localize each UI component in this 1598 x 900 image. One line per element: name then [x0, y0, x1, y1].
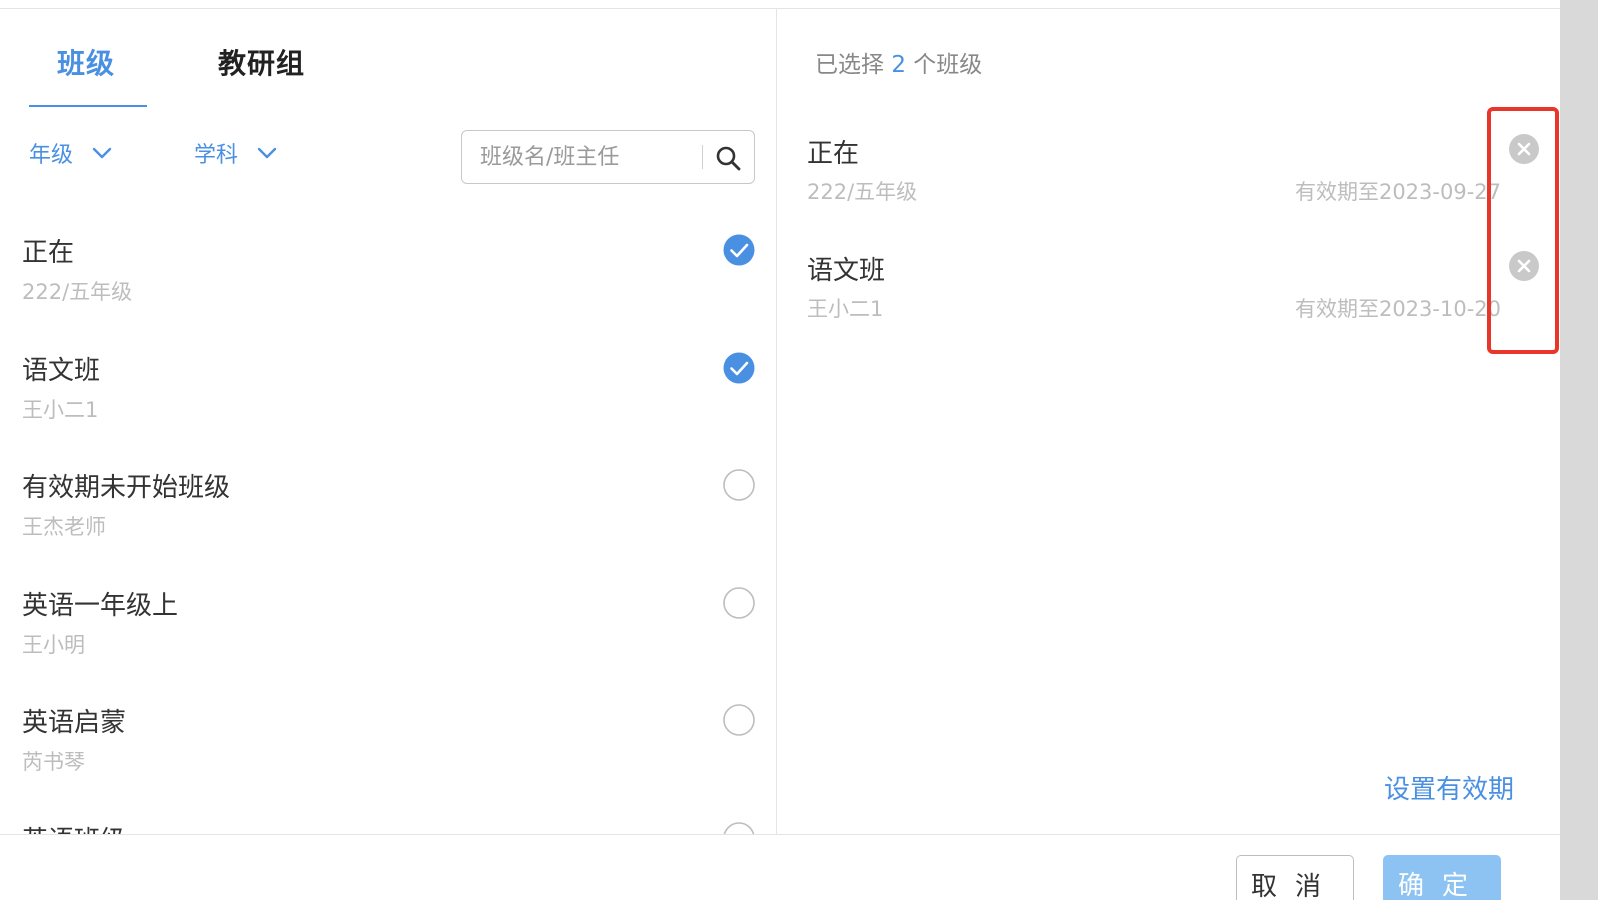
set-validity-link[interactable]: 设置有效期 [1384, 769, 1514, 806]
subject-filter-dropdown[interactable]: 学科 [194, 137, 278, 169]
expiry-date: 有效期至2023-09-27 [1294, 180, 1501, 204]
class-name: 有效期未开始班级 [22, 473, 231, 503]
search-input[interactable] [480, 143, 700, 171]
chevron-down-icon [257, 147, 277, 159]
confirm-button[interactable]: 确定 [1383, 855, 1501, 900]
selected-class-info: 222/五年级 [807, 180, 918, 204]
class-teacher-info: 王小明 [22, 633, 85, 657]
expiry-date: 有效期至2023-10-20 [1294, 297, 1501, 321]
search-icon[interactable] [714, 144, 742, 172]
selected-summary: 已选择 2 个班级 [815, 45, 982, 79]
unchecked-circle-icon[interactable] [723, 587, 755, 619]
class-list-item[interactable]: 英语启蒙 芮书琴 [0, 702, 776, 820]
unchecked-circle-icon[interactable] [723, 822, 755, 834]
cancel-button[interactable]: 取消 [1236, 855, 1354, 900]
class-name: 英语班级 [22, 820, 126, 834]
unchecked-circle-icon[interactable] [723, 469, 755, 501]
search-box [461, 130, 755, 184]
class-teacher-info: 222/五年级 [22, 280, 133, 304]
footer-divider [0, 834, 1560, 835]
active-tab-indicator [29, 105, 147, 107]
unchecked-circle-icon[interactable] [723, 704, 755, 736]
selected-suffix: 个班级 [913, 52, 983, 78]
remove-circle-icon[interactable] [1508, 250, 1540, 282]
grade-filter-dropdown[interactable]: 年级 [29, 137, 113, 169]
selected-class-name: 语文班 [807, 256, 886, 286]
class-name: 语文班 [22, 356, 101, 386]
checked-circle-icon[interactable] [723, 234, 755, 266]
tab-research-group[interactable]: 教研组 [218, 42, 305, 82]
search-divider [702, 145, 703, 169]
class-list-item[interactable]: 英语班级 [0, 820, 776, 834]
class-teacher-info: 王杰老师 [22, 515, 106, 539]
class-list-item[interactable]: 有效期未开始班级王杰老师 [0, 467, 776, 585]
selected-panel: 已选择 2 个班级 正在 222/五年级 有效期至2023-09-27 语文班王小二1… [777, 9, 1560, 834]
class-name: 正在 [22, 238, 75, 268]
selected-class-item: 语文班王小二1 有效期至2023-10-20 [777, 250, 1560, 350]
grade-filter-label: 年级 [29, 143, 74, 168]
window-edge-shadow [1560, 0, 1598, 900]
selected-count: 2 [891, 52, 906, 78]
class-teacher-info: 王小二1 [22, 398, 99, 422]
selected-prefix: 已选择 [815, 52, 884, 78]
selected-class-name: 正在 [807, 139, 860, 169]
class-picker-panel: 班级 教研组 年级 学科 正在222/五年级语文班王小二1有效期未开始班级王杰老… [0, 9, 776, 834]
tab-class[interactable]: 班级 [57, 42, 115, 82]
class-name: 英语启蒙 [22, 708, 127, 738]
class-name: 英语一年级上 [22, 591, 179, 621]
class-list-item[interactable]: 英语一年级上 王小明 [0, 585, 776, 703]
selected-class-item: 正在 222/五年级 有效期至2023-09-27 [777, 133, 1560, 233]
remove-circle-icon[interactable] [1508, 133, 1540, 165]
subject-filter-label: 学科 [194, 143, 239, 168]
class-list-item[interactable]: 正在 222/五年级 [0, 232, 776, 350]
class-teacher-info: 芮书琴 [22, 750, 85, 774]
checked-circle-icon[interactable] [723, 352, 755, 384]
class-list-item[interactable]: 语文班王小二1 [0, 350, 776, 468]
chevron-down-icon [92, 147, 112, 159]
selected-class-info: 王小二1 [807, 297, 884, 321]
